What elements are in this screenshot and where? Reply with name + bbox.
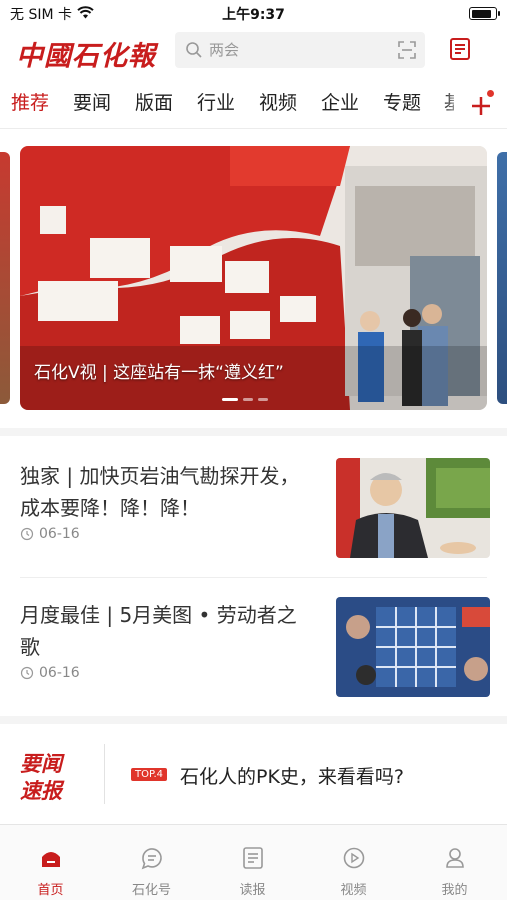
tab-fade (444, 84, 464, 124)
user-icon (446, 848, 464, 868)
banner-next-slide[interactable] (497, 152, 507, 404)
bottom-tab-label: 石化号 (131, 883, 171, 898)
bottom-tab-read-paper[interactable]: 读报 (202, 825, 303, 900)
app-logo: 中國石化報 (16, 41, 156, 72)
app-header: 中國石化報 (0, 28, 507, 76)
status-bar: 无 SIM 卡 上午9:37 (0, 0, 507, 26)
quick-news-headline[interactable]: 石化人的PK史，来看看吗? (180, 762, 404, 789)
tab-layout[interactable]: 版面 (135, 88, 173, 115)
news-title: 月度最佳 | 5月美图 • 劳动者之歌 (20, 603, 297, 659)
channel-tabs: 推荐 要闻 版面 行业 视频 企业 专题 基 (0, 84, 507, 124)
bottom-tab-video[interactable]: 视频 (303, 825, 404, 900)
carousel-dot (222, 398, 238, 401)
news-thumbnail (336, 597, 490, 697)
quick-news-logo-line1: 要闻 (20, 751, 62, 776)
tab-recommend[interactable]: 推荐 (11, 88, 49, 115)
bottom-tab-label: 我的 (441, 883, 468, 898)
clock-icon (20, 527, 34, 541)
search-box[interactable] (175, 32, 425, 68)
quick-news-separator (104, 744, 105, 804)
search-icon (185, 41, 203, 63)
bottom-tab-label: 视频 (340, 883, 367, 898)
news-title: 独家 | 加快页岩油气勘探开发，成本要降！降！降！ (20, 464, 300, 520)
newspaper-icon (243, 847, 263, 869)
tab-topic[interactable]: 专题 (383, 88, 421, 115)
banner-slide[interactable]: 石化V视 | 这座站有一抹“遵义红” (20, 146, 487, 410)
battery-icon (469, 7, 500, 20)
news-date: 06-16 (39, 526, 80, 542)
bottom-tab-label: 首页 (37, 883, 64, 898)
add-channel-button[interactable] (466, 90, 496, 120)
news-meta: 06-16 (20, 526, 80, 542)
chat-icon (141, 848, 162, 870)
bottom-tab-bar: 首页 石化号 读报 视频 我的 (0, 824, 507, 900)
tab-news[interactable]: 要闻 (73, 88, 111, 115)
carousel-dot (243, 398, 253, 401)
bottom-tab-sinopec-account[interactable]: 石化号 (101, 825, 202, 900)
battery-level (471, 9, 492, 18)
quick-news-logo: 要闻 速报 (20, 750, 90, 804)
search-input[interactable] (209, 32, 389, 68)
news-divider (20, 577, 487, 578)
quick-news-bar[interactable]: 要闻 速报 TOP.4 石化人的PK史，来看看吗? (0, 728, 507, 824)
quick-news-logo-line2: 速报 (20, 778, 62, 803)
news-item[interactable]: 月度最佳 | 5月美图 • 劳动者之歌 06-16 (20, 597, 490, 717)
news-date: 06-16 (39, 665, 80, 681)
notification-dot (487, 90, 494, 97)
bottom-tab-home[interactable]: 首页 (0, 825, 101, 900)
carousel-indicator (222, 398, 268, 401)
home-icon (42, 852, 60, 867)
banner-caption: 石化V视 | 这座站有一抹“遵义红” (34, 363, 284, 383)
carousel-dot (258, 398, 268, 401)
status-time: 上午9:37 (222, 7, 285, 23)
header-divider (0, 128, 507, 129)
play-icon (343, 847, 365, 869)
bottom-tab-profile[interactable]: 我的 (404, 825, 505, 900)
rank-badge: TOP.4 (131, 768, 167, 781)
tab-industry[interactable]: 行业 (197, 88, 235, 115)
news-item[interactable]: 独家 | 加快页岩油气勘探开发，成本要降！降！降！ 06-16 (20, 458, 490, 578)
news-meta: 06-16 (20, 665, 80, 681)
news-thumbnail (336, 458, 490, 558)
banner-prev-slide[interactable] (0, 152, 10, 404)
tab-video[interactable]: 视频 (259, 88, 297, 115)
section-gap (0, 428, 507, 436)
scan-icon[interactable] (397, 40, 417, 64)
bottom-tab-label: 读报 (239, 883, 266, 898)
tab-enterprise[interactable]: 企业 (321, 88, 359, 115)
clock-icon (20, 666, 34, 680)
newspaper-icon[interactable] (447, 36, 473, 62)
section-gap (0, 716, 507, 724)
